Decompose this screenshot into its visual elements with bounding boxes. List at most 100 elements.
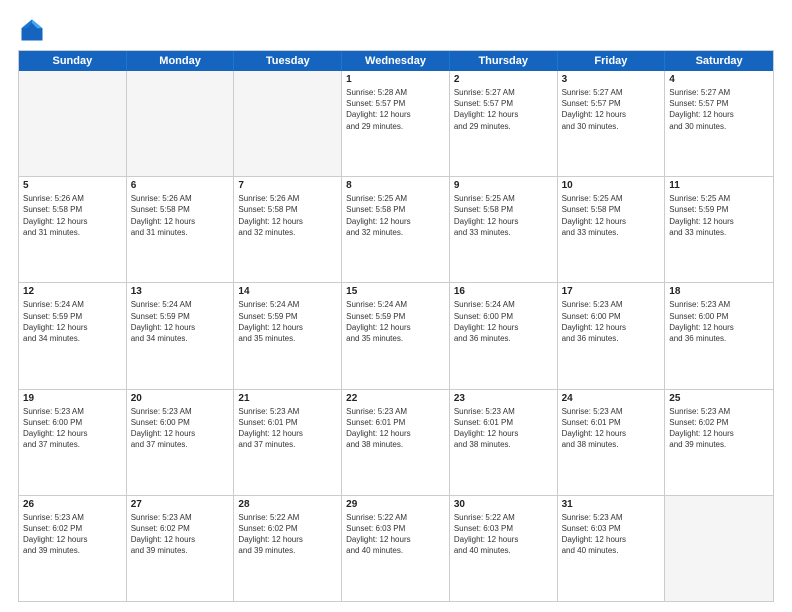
day-info: Sunrise: 5:25 AM Sunset: 5:58 PM Dayligh… <box>454 193 553 238</box>
day-number: 15 <box>346 286 445 297</box>
day-number: 22 <box>346 393 445 404</box>
day-info: Sunrise: 5:23 AM Sunset: 6:02 PM Dayligh… <box>669 406 769 451</box>
calendar-cell: 21 Sunrise: 5:23 AM Sunset: 6:01 PM Dayli… <box>234 390 342 495</box>
day-info: Sunrise: 5:22 AM Sunset: 6:03 PM Dayligh… <box>346 512 445 557</box>
calendar-header: SundayMondayTuesdayWednesdayThursdayFrid… <box>19 51 773 71</box>
day-number: 31 <box>562 499 661 510</box>
day-number: 17 <box>562 286 661 297</box>
calendar-cell: 10Sunrise: 5:25 AM Sunset: 5:58 PM Dayli… <box>558 177 666 282</box>
calendar-cell: 12 Sunrise: 5:24 AM Sunset: 5:59 PM Dayli… <box>19 283 127 388</box>
calendar-cell: 18 Sunrise: 5:23 AM Sunset: 6:00 PM Dayli… <box>665 283 773 388</box>
day-number: 25 <box>669 393 769 404</box>
calendar-cell: 30Sunrise: 5:22 AM Sunset: 6:03 PM Dayli… <box>450 496 558 601</box>
page: SundayMondayTuesdayWednesdayThursdayFrid… <box>0 0 792 612</box>
calendar-cell: 17 Sunrise: 5:23 AM Sunset: 6:00 PM Dayli… <box>558 283 666 388</box>
calendar-cell: 6Sunrise: 5:26 AM Sunset: 5:58 PM Daylig… <box>127 177 235 282</box>
header-day-friday: Friday <box>558 51 666 71</box>
day-info: Sunrise: 5:23 AM Sunset: 6:00 PM Dayligh… <box>131 406 230 451</box>
calendar-cell <box>127 71 235 176</box>
calendar-cell <box>19 71 127 176</box>
calendar-cell: 1 Sunrise: 5:28 AM Sunset: 5:57 PM Daylig… <box>342 71 450 176</box>
day-number: 8 <box>346 180 445 191</box>
calendar-cell <box>665 496 773 601</box>
day-number: 1 <box>346 74 445 85</box>
day-info: Sunrise: 5:23 AM Sunset: 6:00 PM Dayligh… <box>669 299 769 344</box>
day-info: Sunrise: 5:25 AM Sunset: 5:58 PM Dayligh… <box>562 193 661 238</box>
calendar-cell: 8Sunrise: 5:25 AM Sunset: 5:58 PM Daylig… <box>342 177 450 282</box>
calendar-cell: 31 Sunrise: 5:23 AM Sunset: 6:03 PM Dayli… <box>558 496 666 601</box>
day-number: 9 <box>454 180 553 191</box>
calendar-cell: 19 Sunrise: 5:23 AM Sunset: 6:00 PM Dayli… <box>19 390 127 495</box>
logo-icon <box>18 16 46 44</box>
day-info: Sunrise: 5:24 AM Sunset: 5:59 PM Dayligh… <box>131 299 230 344</box>
day-number: 26 <box>23 499 122 510</box>
day-number: 5 <box>23 180 122 191</box>
day-info: Sunrise: 5:23 AM Sunset: 6:01 PM Dayligh… <box>238 406 337 451</box>
calendar-cell: 23 Sunrise: 5:23 AM Sunset: 6:01 PM Dayli… <box>450 390 558 495</box>
day-info: Sunrise: 5:23 AM Sunset: 6:00 PM Dayligh… <box>562 299 661 344</box>
calendar-row-0: 1 Sunrise: 5:28 AM Sunset: 5:57 PM Daylig… <box>19 71 773 176</box>
day-number: 27 <box>131 499 230 510</box>
day-info: Sunrise: 5:28 AM Sunset: 5:57 PM Dayligh… <box>346 87 445 132</box>
day-info: Sunrise: 5:23 AM Sunset: 6:01 PM Dayligh… <box>454 406 553 451</box>
logo <box>18 16 50 44</box>
day-number: 30 <box>454 499 553 510</box>
header-day-sunday: Sunday <box>19 51 127 71</box>
day-number: 18 <box>669 286 769 297</box>
day-info: Sunrise: 5:27 AM Sunset: 5:57 PM Dayligh… <box>454 87 553 132</box>
day-info: Sunrise: 5:24 AM Sunset: 5:59 PM Dayligh… <box>23 299 122 344</box>
calendar-cell: 2 Sunrise: 5:27 AM Sunset: 5:57 PM Daylig… <box>450 71 558 176</box>
calendar-cell: 27Sunrise: 5:23 AM Sunset: 6:02 PM Dayli… <box>127 496 235 601</box>
calendar-cell: 5 Sunrise: 5:26 AM Sunset: 5:58 PM Daylig… <box>19 177 127 282</box>
day-number: 6 <box>131 180 230 191</box>
day-number: 28 <box>238 499 337 510</box>
day-number: 21 <box>238 393 337 404</box>
day-number: 7 <box>238 180 337 191</box>
header-day-tuesday: Tuesday <box>234 51 342 71</box>
calendar-cell <box>234 71 342 176</box>
day-info: Sunrise: 5:26 AM Sunset: 5:58 PM Dayligh… <box>238 193 337 238</box>
day-number: 16 <box>454 286 553 297</box>
calendar-cell: 16 Sunrise: 5:24 AM Sunset: 6:00 PM Dayli… <box>450 283 558 388</box>
day-number: 4 <box>669 74 769 85</box>
day-number: 12 <box>23 286 122 297</box>
day-info: Sunrise: 5:24 AM Sunset: 5:59 PM Dayligh… <box>346 299 445 344</box>
day-info: Sunrise: 5:24 AM Sunset: 6:00 PM Dayligh… <box>454 299 553 344</box>
day-info: Sunrise: 5:23 AM Sunset: 6:01 PM Dayligh… <box>346 406 445 451</box>
calendar-cell: 13Sunrise: 5:24 AM Sunset: 5:59 PM Dayli… <box>127 283 235 388</box>
calendar-cell: 25 Sunrise: 5:23 AM Sunset: 6:02 PM Dayli… <box>665 390 773 495</box>
day-number: 19 <box>23 393 122 404</box>
day-number: 23 <box>454 393 553 404</box>
calendar-cell: 9 Sunrise: 5:25 AM Sunset: 5:58 PM Daylig… <box>450 177 558 282</box>
calendar-cell: 24 Sunrise: 5:23 AM Sunset: 6:01 PM Dayli… <box>558 390 666 495</box>
calendar-row-4: 26Sunrise: 5:23 AM Sunset: 6:02 PM Dayli… <box>19 495 773 601</box>
day-number: 14 <box>238 286 337 297</box>
day-number: 3 <box>562 74 661 85</box>
day-number: 20 <box>131 393 230 404</box>
calendar-cell: 20 Sunrise: 5:23 AM Sunset: 6:00 PM Dayli… <box>127 390 235 495</box>
header <box>18 16 774 44</box>
calendar-cell: 4 Sunrise: 5:27 AM Sunset: 5:57 PM Daylig… <box>665 71 773 176</box>
calendar-cell: 15 Sunrise: 5:24 AM Sunset: 5:59 PM Dayli… <box>342 283 450 388</box>
day-info: Sunrise: 5:23 AM Sunset: 6:00 PM Dayligh… <box>23 406 122 451</box>
day-info: Sunrise: 5:27 AM Sunset: 5:57 PM Dayligh… <box>669 87 769 132</box>
day-info: Sunrise: 5:22 AM Sunset: 6:02 PM Dayligh… <box>238 512 337 557</box>
calendar-body: 1 Sunrise: 5:28 AM Sunset: 5:57 PM Daylig… <box>19 71 773 601</box>
day-info: Sunrise: 5:27 AM Sunset: 5:57 PM Dayligh… <box>562 87 661 132</box>
day-number: 29 <box>346 499 445 510</box>
header-day-thursday: Thursday <box>450 51 558 71</box>
day-info: Sunrise: 5:23 AM Sunset: 6:03 PM Dayligh… <box>562 512 661 557</box>
calendar-row-2: 12 Sunrise: 5:24 AM Sunset: 5:59 PM Dayli… <box>19 282 773 388</box>
calendar-row-1: 5 Sunrise: 5:26 AM Sunset: 5:58 PM Daylig… <box>19 176 773 282</box>
day-info: Sunrise: 5:25 AM Sunset: 5:59 PM Dayligh… <box>669 193 769 238</box>
calendar-cell: 14 Sunrise: 5:24 AM Sunset: 5:59 PM Dayli… <box>234 283 342 388</box>
header-day-monday: Monday <box>127 51 235 71</box>
day-info: Sunrise: 5:24 AM Sunset: 5:59 PM Dayligh… <box>238 299 337 344</box>
calendar-cell: 28 Sunrise: 5:22 AM Sunset: 6:02 PM Dayli… <box>234 496 342 601</box>
day-info: Sunrise: 5:26 AM Sunset: 5:58 PM Dayligh… <box>23 193 122 238</box>
header-day-wednesday: Wednesday <box>342 51 450 71</box>
day-info: Sunrise: 5:23 AM Sunset: 6:01 PM Dayligh… <box>562 406 661 451</box>
day-number: 24 <box>562 393 661 404</box>
day-number: 2 <box>454 74 553 85</box>
calendar-cell: 11Sunrise: 5:25 AM Sunset: 5:59 PM Dayli… <box>665 177 773 282</box>
